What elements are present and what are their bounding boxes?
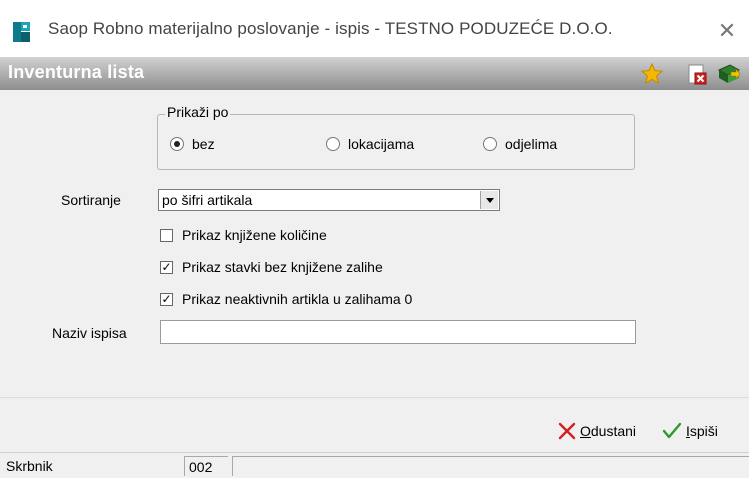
window-title: Saop Robno materijalno poslovanje - ispi…	[48, 19, 613, 38]
sort-select-value: po šifri artikala	[162, 192, 253, 208]
app-logo-icon	[13, 22, 30, 42]
checkbox-items-without-stock[interactable]: ✓ Prikaz stavki bez knjižene zalihe	[160, 259, 383, 275]
cancel-x-icon	[558, 422, 576, 440]
dialog-window: Saop Robno materijalno poslovanje - ispi…	[0, 0, 749, 478]
book-exit-icon[interactable]	[717, 62, 741, 86]
dialog-header: Inventurna lista	[0, 57, 749, 90]
cancel-hotkey: O	[580, 423, 591, 439]
checkmark-icon	[662, 422, 682, 439]
cancel-button[interactable]: Odustani	[557, 421, 636, 441]
checkbox-booked-quantity[interactable]: Prikaz knjižene količine	[160, 227, 327, 243]
title-bar: Saop Robno materijalno poslovanje - ispi…	[0, 0, 749, 57]
chevron-down-icon[interactable]	[480, 191, 498, 209]
star-icon[interactable]	[640, 62, 664, 86]
print-label: spiši	[689, 423, 718, 439]
report-name-input[interactable]	[160, 320, 636, 344]
radio-lokacijama-label: lokacijama	[348, 136, 415, 152]
radio-odjelima-label: odjelima	[505, 136, 558, 152]
display-by-group-title: Prikaži po	[165, 104, 231, 120]
radio-bez-label: bez	[192, 136, 215, 152]
dialog-title: Inventurna lista	[8, 62, 145, 82]
checkbox-inactive-articles-box[interactable]: ✓	[160, 292, 173, 306]
sort-label: Sortiranje	[61, 192, 121, 208]
checkbox-booked-quantity-label: Prikaz knjižene količine	[182, 227, 327, 243]
cancel-label: dustani	[590, 423, 637, 439]
radio-lokacijama-indicator[interactable]	[326, 137, 340, 151]
sort-select[interactable]: po šifri artikala	[158, 189, 500, 211]
radio-odjelima-indicator[interactable]	[483, 137, 497, 151]
status-extra	[232, 456, 749, 476]
checkbox-inactive-articles[interactable]: ✓ Prikaz neaktivnih artikla u zalihama 0	[160, 291, 412, 307]
radio-lokacijama[interactable]: lokacijama	[326, 136, 414, 152]
status-code: 002	[184, 456, 228, 476]
radio-bez-indicator[interactable]	[170, 137, 184, 151]
checkbox-items-without-stock-box[interactable]: ✓	[160, 260, 173, 274]
status-user: Skrbnik	[6, 458, 53, 474]
radio-odjelima[interactable]: odjelima	[483, 136, 557, 152]
checkbox-booked-quantity-box[interactable]	[160, 228, 173, 242]
radio-bez[interactable]: bez	[170, 136, 215, 152]
status-bar: Skrbnik 002	[0, 452, 749, 478]
checkbox-inactive-articles-label: Prikaz neaktivnih artikla u zalihama 0	[182, 291, 413, 307]
dialog-content: Prikaži po bez lokacijama odjelima Sorti…	[0, 90, 749, 397]
close-button[interactable]: ✕	[712, 16, 742, 46]
print-button[interactable]: Ispiši	[662, 421, 718, 441]
dialog-footer: Odustani Ispiši	[0, 397, 749, 452]
delete-document-icon[interactable]	[685, 62, 709, 86]
report-name-label: Naziv ispisa	[52, 325, 127, 341]
checkbox-items-without-stock-label: Prikaz stavki bez knjižene zalihe	[182, 259, 383, 275]
